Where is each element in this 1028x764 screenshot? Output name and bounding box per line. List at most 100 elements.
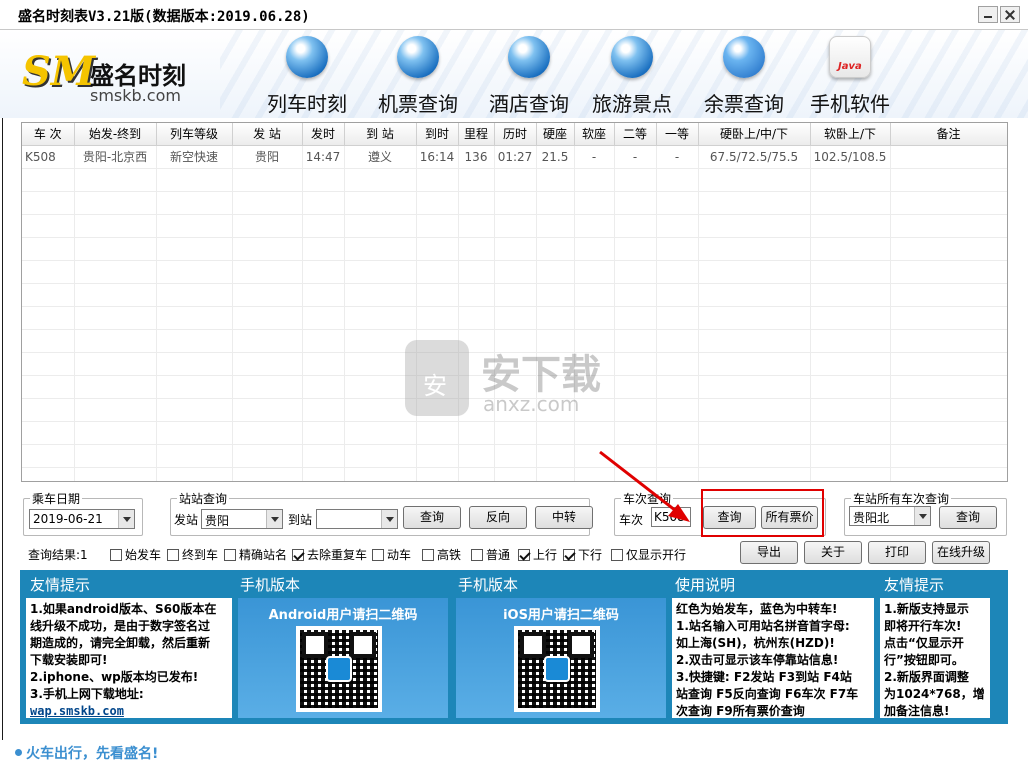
- station-query-legend: 站站查询: [179, 492, 228, 506]
- option-emu[interactable]: 动车: [372, 546, 411, 563]
- station-all-value: 贵阳北: [853, 511, 890, 525]
- chevron-down-icon[interactable]: [118, 510, 134, 528]
- column-header[interactable]: 到时: [416, 123, 459, 146]
- table-row-empty: [22, 398, 1007, 422]
- date-picker[interactable]: 2019-06-21: [29, 509, 135, 529]
- export-button[interactable]: 导出: [740, 541, 798, 564]
- filter-options: 查询结果:1 始发车 终到车 精确站名 去除重复车 动车 高铁 普通 上行 下行…: [28, 544, 728, 564]
- table-row-empty: [22, 283, 1007, 307]
- column-header[interactable]: 硬座: [536, 123, 575, 146]
- usage-box: 红色为始发车，蓝色为中转车! 1.站名输入可用站名拼音首字母: 如上海(SH)，…: [672, 598, 874, 718]
- option-upbound[interactable]: 上行: [518, 546, 557, 563]
- bullet-icon: [15, 749, 22, 756]
- option-downbound[interactable]: 下行: [563, 546, 602, 563]
- option-departure-origin[interactable]: 始发车: [110, 546, 161, 563]
- close-button[interactable]: [1000, 6, 1020, 23]
- from-station-select[interactable]: 贵阳: [201, 509, 283, 529]
- table-row-empty: [22, 375, 1007, 399]
- column-header[interactable]: 车 次: [22, 123, 75, 146]
- chevron-down-icon[interactable]: [266, 510, 282, 528]
- airplane-icon: [397, 36, 439, 78]
- results-table-container[interactable]: 车 次 始发-终到 列车等级 发 站 发时 到 站 到时 里程 历时 硬座 软座…: [21, 122, 1008, 482]
- nav-remaining-tickets[interactable]: 余票查询: [694, 36, 794, 116]
- table-row-empty: [22, 168, 1007, 192]
- chevron-down-icon[interactable]: [381, 510, 397, 528]
- column-header[interactable]: 软卧上/下: [810, 123, 891, 146]
- checkbox-checked[interactable]: [518, 549, 530, 561]
- train-number-label: 车次: [619, 513, 644, 527]
- android-qr-panel: Android用户请扫二维码: [238, 598, 448, 718]
- column-header[interactable]: 发时: [302, 123, 345, 146]
- train-number-input[interactable]: K508: [651, 507, 691, 527]
- train-query-button[interactable]: 查询: [703, 506, 756, 529]
- all-prices-button[interactable]: 所有票价: [761, 506, 818, 529]
- column-header[interactable]: 软座: [574, 123, 615, 146]
- column-header[interactable]: 二等: [614, 123, 657, 146]
- nav-mobile-software[interactable]: 手机软件: [800, 36, 900, 116]
- table-cell: -: [656, 145, 699, 169]
- results-table: 车 次 始发-终到 列车等级 发 站 发时 到 站 到时 里程 历时 硬座 软座…: [22, 123, 1007, 481]
- from-station-value: 贵阳: [205, 514, 230, 528]
- station-all-select[interactable]: 贵阳北: [849, 506, 931, 526]
- column-header[interactable]: 列车等级: [156, 123, 233, 146]
- nav-label: 手机软件: [810, 92, 890, 116]
- station-all-trains-legend: 车站所有车次查询: [853, 492, 950, 506]
- reverse-button[interactable]: 反向: [469, 506, 527, 529]
- table-cell: -: [614, 145, 657, 169]
- station-all-query-button[interactable]: 查询: [939, 506, 997, 529]
- table-cell: 14:47: [302, 145, 345, 169]
- column-header[interactable]: 发 站: [232, 123, 303, 146]
- date-group-legend: 乘车日期: [32, 492, 81, 506]
- table-cell: 16:14: [416, 145, 459, 169]
- table-cell: 67.5/72.5/75.5: [698, 145, 811, 169]
- minimize-button[interactable]: [978, 6, 998, 23]
- nav-tourist-spots[interactable]: 旅游景点: [582, 36, 682, 116]
- column-header[interactable]: 历时: [494, 123, 537, 146]
- online-upgrade-button[interactable]: 在线升级: [932, 541, 990, 564]
- option-exact-station[interactable]: 精确站名: [224, 546, 287, 563]
- checkbox[interactable]: [372, 549, 384, 561]
- tips-box-2: 1.新版支持显示 即将开行车次! 点击“仅显示开 行”按钮即可。 2.新版界面调…: [880, 598, 990, 718]
- logo-url: smskb.com: [90, 86, 181, 105]
- column-header[interactable]: 到 站: [344, 123, 417, 146]
- table-cell: 贵阳-北京西: [74, 145, 157, 169]
- to-station-select[interactable]: [316, 509, 398, 529]
- option-high-speed[interactable]: 高铁: [422, 546, 461, 563]
- column-header[interactable]: 硬卧上/中/下: [698, 123, 811, 146]
- table-row-empty: [22, 191, 1007, 215]
- chevron-down-icon[interactable]: [914, 507, 930, 525]
- table-row[interactable]: K508 贵阳-北京西 新空快速 贵阳 14:47 遵义 16:14 136 0…: [22, 145, 1007, 169]
- option-running-only[interactable]: 仅显示开行: [611, 546, 686, 563]
- column-header[interactable]: 始发-终到: [74, 123, 157, 146]
- app-logo: SM 盛名时刻 smskb.com: [22, 38, 222, 108]
- column-header[interactable]: 里程: [458, 123, 495, 146]
- ios-qr-panel: iOS用户请扫二维码: [456, 598, 666, 718]
- date-value: 2019-06-21: [33, 512, 103, 526]
- checkbox[interactable]: [110, 549, 122, 561]
- option-dedupe[interactable]: 去除重复车: [292, 546, 367, 563]
- download-link[interactable]: wap.smskb.com: [30, 703, 228, 718]
- checkbox[interactable]: [422, 549, 434, 561]
- checkbox-checked[interactable]: [292, 549, 304, 561]
- info-panel: 友情提示 1.如果android版本、S60版本在 线升级不成功，是由于数字签名…: [20, 570, 1008, 724]
- station-query-button[interactable]: 查询: [403, 506, 461, 529]
- nav-flight-query[interactable]: 机票查询: [368, 36, 468, 116]
- option-regular[interactable]: 普通: [471, 546, 510, 563]
- table-row-empty: [22, 352, 1007, 376]
- checkbox[interactable]: [611, 549, 623, 561]
- ios-qr-title: iOS用户请扫二维码: [503, 608, 619, 623]
- checkbox[interactable]: [471, 549, 483, 561]
- about-button[interactable]: 关于: [804, 541, 862, 564]
- print-button[interactable]: 打印: [868, 541, 926, 564]
- option-terminus[interactable]: 终到车: [167, 546, 218, 563]
- nav-train-schedule[interactable]: 列车时刻: [257, 36, 357, 116]
- checkbox[interactable]: [167, 549, 179, 561]
- mobile-title-ios: 手机版本: [458, 576, 519, 594]
- checkbox[interactable]: [224, 549, 236, 561]
- checkbox-checked[interactable]: [563, 549, 575, 561]
- table-cell: 136: [458, 145, 495, 169]
- column-header[interactable]: 备注: [890, 123, 1007, 146]
- column-header[interactable]: 一等: [656, 123, 699, 146]
- app-icon: [326, 656, 352, 682]
- transfer-button[interactable]: 中转: [535, 506, 593, 529]
